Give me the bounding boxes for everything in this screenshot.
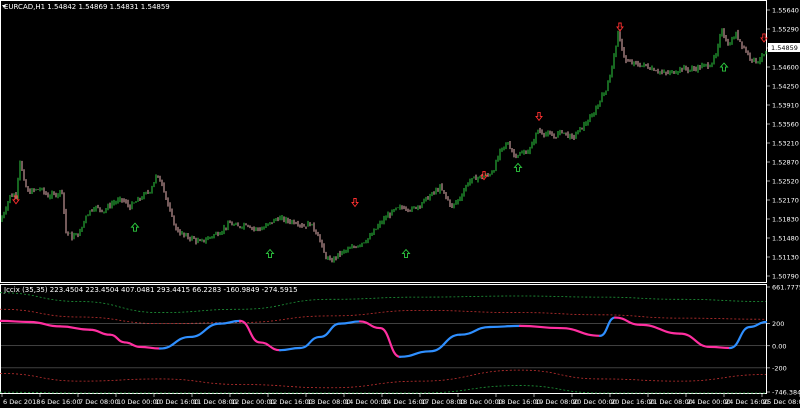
price-axis-label: 1.53210 <box>772 140 799 148</box>
jccix-line-segment <box>708 345 732 350</box>
time-axis-label: 6 Dec 16:00 <box>41 398 81 406</box>
price-axis-label: 1.52520 <box>772 178 799 186</box>
price-axis-label: 1.51130 <box>772 254 799 262</box>
price-axis-label: 1.51830 <box>772 216 799 224</box>
price-axis-label: 1.55290 <box>772 26 799 34</box>
indicator-axis-label: -200 <box>772 364 787 372</box>
jccix-line-segment <box>0 319 32 324</box>
price-axis-label: 1.54600 <box>772 64 799 72</box>
main-chart-frame <box>0 0 767 283</box>
main-header: EURCAD,H1 1.54842 1.54869 1.54831 1.5485… <box>4 3 170 11</box>
indicator-axis-label: 0.00 <box>772 342 786 350</box>
indicator-header: Jccix (35,35) 223.4504 223.4504 407.0481… <box>3 286 298 294</box>
indicator-axis-label: 200 <box>772 320 784 328</box>
price-axis-label: 1.54250 <box>772 83 799 91</box>
time-axis-label: 6 Dec 2018 <box>3 398 40 406</box>
price-axis-label: 1.55640 <box>772 7 799 15</box>
time-axis: 6 Dec 2018 6 Dec 16:007 Dec 08:0010 Dec 0… <box>1 394 800 406</box>
time-axis-label: 7 Dec 08:00 <box>79 398 119 406</box>
time-axis-label: 25 Dec 08:00 <box>763 398 800 406</box>
jccix-line-segment <box>488 324 522 329</box>
indicator-axis: 661.7775 200 0.00 -200 -746.3849 <box>766 284 800 397</box>
indicator-frame <box>0 284 767 394</box>
current-price-label: 1.54859 <box>771 44 798 52</box>
current-price-tag: 1.54859 <box>768 43 800 52</box>
price-axis-label: 1.53560 <box>772 121 799 129</box>
price-axis-label: 1.53910 <box>772 102 799 110</box>
indicator-axis-label: 661.7775 <box>772 284 800 292</box>
price-axis-label: 1.51480 <box>772 235 799 243</box>
chart-canvas[interactable]: EURCAD,H1 1.54842 1.54869 1.54831 1.5485… <box>0 0 800 408</box>
price-axis-label: 1.52170 <box>772 197 799 205</box>
price-axis-label: 1.52870 <box>772 159 799 167</box>
price-axis-label: 1.50790 <box>772 273 799 281</box>
indicator-axis-label: -746.3849 <box>772 389 800 397</box>
